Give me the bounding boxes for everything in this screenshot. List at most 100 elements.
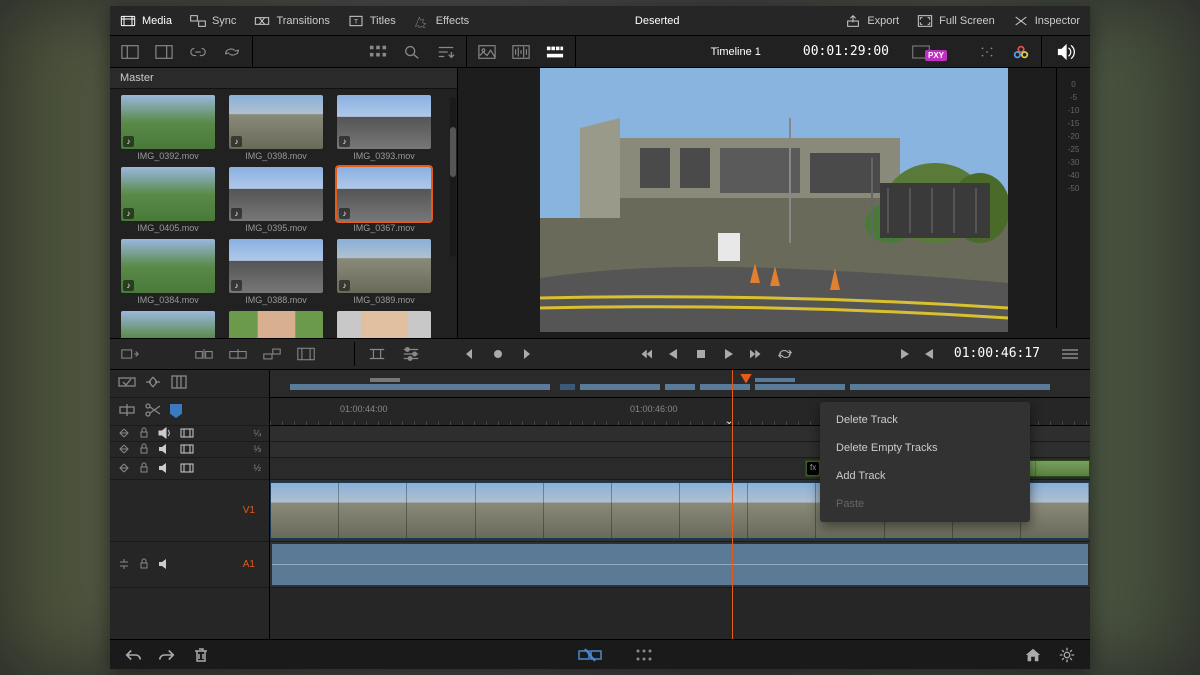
home-icon[interactable]: [1024, 646, 1042, 664]
viewer[interactable]: [458, 68, 1090, 338]
timeline-name[interactable]: Timeline 1: [681, 46, 791, 58]
media-item[interactable]: ♪: [334, 311, 434, 338]
media-thumbnail[interactable]: ♪: [229, 311, 323, 338]
media-thumbnail[interactable]: ♪: [229, 95, 323, 149]
prev-edit-btn[interactable]: [463, 347, 477, 361]
goto-start-btn[interactable]: [638, 347, 652, 361]
media-item[interactable]: ♪IMG_0395.mov: [226, 167, 326, 233]
tool-b-icon[interactable]: [144, 374, 162, 392]
inspector-button[interactable]: Inspector: [1013, 14, 1080, 28]
insert-btn-2[interactable]: [192, 342, 216, 366]
trim-btn[interactable]: [365, 342, 389, 366]
razor-icon[interactable]: [118, 402, 136, 420]
play-reverse-btn[interactable]: [666, 347, 680, 361]
media-item[interactable]: ♪: [118, 311, 218, 338]
insert-btn-4[interactable]: [260, 342, 284, 366]
th-v4[interactable]: ¼: [110, 426, 269, 442]
layout-btn-1[interactable]: [118, 40, 142, 64]
tab-media[interactable]: Media: [120, 14, 172, 28]
redo-icon[interactable]: [158, 646, 176, 664]
timeline-tracks[interactable]: 01:00:44:00 01:00:46:00 ⌄ fx: [270, 370, 1090, 640]
playhead[interactable]: [732, 370, 733, 640]
media-thumbnail[interactable]: ♪: [121, 311, 215, 338]
img-overlay-btn[interactable]: [475, 40, 499, 64]
tool-c-icon[interactable]: [170, 374, 188, 392]
sliders-btn[interactable]: [399, 342, 423, 366]
media-item[interactable]: ♪IMG_0405.mov: [118, 167, 218, 233]
media-item[interactable]: ♪IMG_0398.mov: [226, 95, 326, 161]
record-btn[interactable]: [491, 347, 505, 361]
grid-view-btn[interactable]: [366, 40, 390, 64]
export-button[interactable]: Export: [845, 14, 899, 28]
fullscreen-button[interactable]: Full Screen: [917, 14, 995, 28]
media-thumbnail[interactable]: ♪: [121, 239, 215, 293]
insert-btn-3[interactable]: [226, 342, 250, 366]
media-thumbnail[interactable]: ♪: [337, 311, 431, 338]
th-v3[interactable]: ⅓: [110, 442, 269, 458]
tab-titles[interactable]: T Titles: [348, 14, 396, 28]
media-thumbnail[interactable]: ♪: [337, 95, 431, 149]
gear-icon[interactable]: [1058, 646, 1076, 664]
insert-btn-5[interactable]: [294, 342, 318, 366]
th-v1[interactable]: V1: [110, 480, 269, 542]
effects-overlay-btn[interactable]: [975, 40, 999, 64]
page-cut[interactable]: [576, 645, 604, 665]
media-item[interactable]: ♪IMG_0392.mov: [118, 95, 218, 161]
trash-icon[interactable]: [192, 646, 210, 664]
stop-btn[interactable]: [694, 347, 708, 361]
mark-in-btn[interactable]: [898, 347, 912, 361]
loop-btn[interactable]: [778, 347, 792, 361]
mini-timeline[interactable]: [270, 370, 1090, 398]
tool-a-icon[interactable]: [118, 374, 136, 392]
insert-btn-1[interactable]: [118, 342, 142, 366]
next-edit-btn[interactable]: [519, 347, 533, 361]
mark-out-btn[interactable]: [922, 347, 936, 361]
media-thumbnail[interactable]: ♪: [121, 167, 215, 221]
media-item[interactable]: ♪IMG_0389.mov: [334, 239, 434, 305]
ctx-add-track[interactable]: Add Track: [820, 462, 1030, 490]
viewer-timecode[interactable]: 00:01:29:00: [791, 44, 901, 59]
ctx-delete-empty[interactable]: Delete Empty Tracks: [820, 434, 1030, 462]
media-scrollbar[interactable]: [450, 97, 456, 257]
marker-icon[interactable]: [170, 404, 182, 418]
layout-btn-2[interactable]: [152, 40, 176, 64]
tab-transitions[interactable]: Transitions: [254, 14, 329, 28]
scissors-icon[interactable]: [144, 402, 162, 420]
th-v2[interactable]: ½: [110, 458, 269, 480]
media-item[interactable]: ♪IMG_0388.mov: [226, 239, 326, 305]
media-item[interactable]: ♪IMG_0367.mov: [334, 167, 434, 233]
media-item[interactable]: ♪: [226, 311, 326, 338]
volume-icon[interactable]: [1056, 42, 1076, 62]
master-bin-label[interactable]: Master: [110, 68, 457, 89]
media-item[interactable]: ♪IMG_0384.mov: [118, 239, 218, 305]
search-btn[interactable]: [400, 40, 424, 64]
media-thumbnail[interactable]: ♪: [337, 239, 431, 293]
sync-btn[interactable]: [220, 40, 244, 64]
media-thumbnail[interactable]: ♪: [229, 239, 323, 293]
page-edit[interactable]: [630, 645, 658, 665]
goto-end-btn[interactable]: [750, 347, 764, 361]
a1-clip[interactable]: [272, 544, 1088, 585]
track-a1[interactable]: [270, 542, 1090, 588]
tab-effects[interactable]: Effects: [414, 14, 469, 28]
media-thumbnail[interactable]: ♪: [337, 167, 431, 221]
strip-btn[interactable]: [543, 40, 567, 64]
play-btn[interactable]: [722, 347, 736, 361]
sort-btn[interactable]: [434, 40, 458, 64]
waveform-btn[interactable]: [509, 40, 533, 64]
media-thumbnail[interactable]: ♪: [121, 95, 215, 149]
bottom-bar: [110, 639, 1090, 669]
inspector-label: Inspector: [1035, 15, 1080, 27]
ctx-delete-track[interactable]: Delete Track: [820, 406, 1030, 434]
undo-icon[interactable]: [124, 646, 142, 664]
audio-badge-icon: ♪: [339, 136, 350, 147]
th-a1[interactable]: A1: [110, 542, 269, 588]
link-btn[interactable]: [186, 40, 210, 64]
timeline-timecode[interactable]: 01:00:46:17: [946, 346, 1048, 361]
color-btn[interactable]: [1009, 40, 1033, 64]
menu-icon[interactable]: [1058, 342, 1082, 366]
media-thumbnail[interactable]: ♪: [229, 167, 323, 221]
tab-sync[interactable]: Sync: [190, 14, 236, 28]
media-item[interactable]: ♪IMG_0393.mov: [334, 95, 434, 161]
mid-toolbar: 01:00:46:17: [110, 338, 1090, 370]
